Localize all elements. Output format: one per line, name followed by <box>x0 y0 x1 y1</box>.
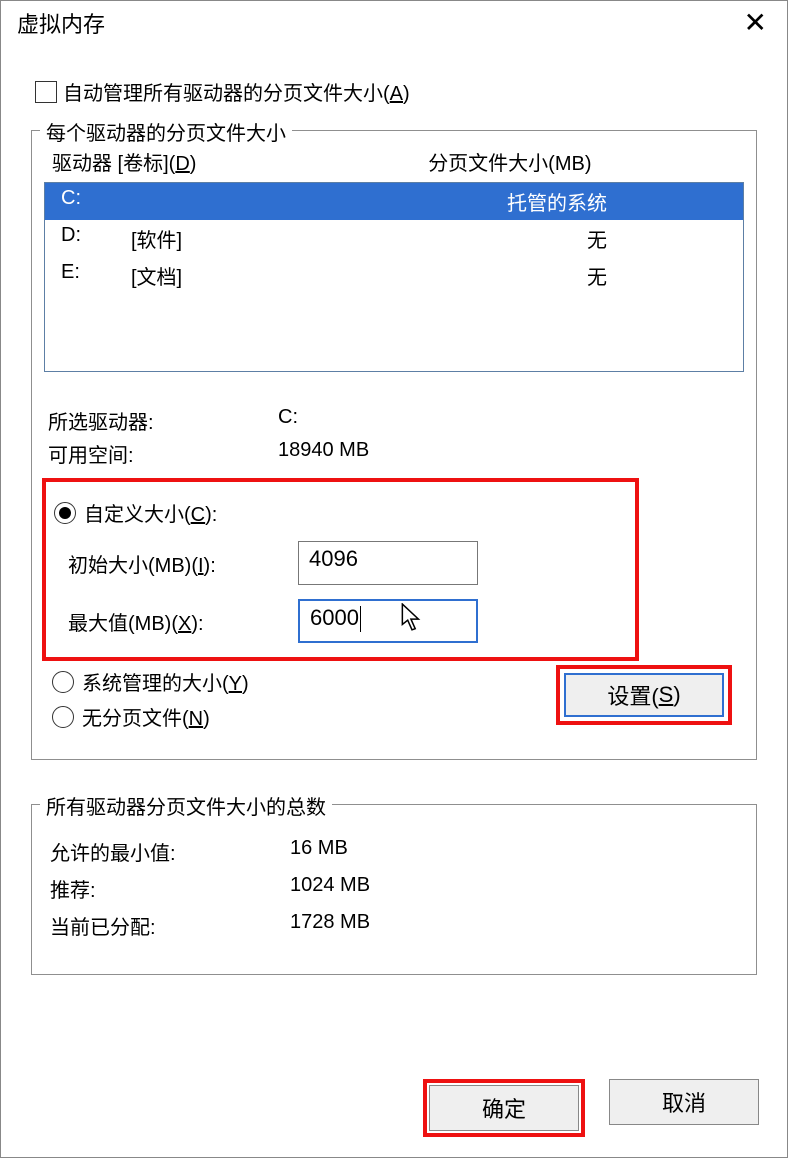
highlight-ok-button: 确定 <box>423 1079 585 1137</box>
radio-icon <box>52 671 74 693</box>
auto-manage-checkbox[interactable]: 自动管理所有驱动器的分页文件大小(A) <box>35 77 757 106</box>
max-size-label: 最大值(MB)(X): <box>68 607 298 636</box>
selected-drive-value: C: <box>278 406 298 435</box>
dialog-footer: 确定 取消 <box>1 1063 787 1157</box>
list-item[interactable]: C: 托管的系统 <box>45 183 743 220</box>
initial-size-label: 初始大小(MB)(I): <box>68 549 298 578</box>
drive-list-header: 驱动器 [卷标](D) 分页文件大小(MB) <box>44 145 744 182</box>
min-allowed-value: 16 MB <box>290 837 348 866</box>
radio-custom-size[interactable]: 自定义大小(C): <box>54 498 627 527</box>
list-item[interactable]: E: [文档] 无 <box>45 257 743 294</box>
close-icon[interactable]: ✕ <box>732 7 779 39</box>
available-space-value: 18940 MB <box>278 439 369 468</box>
set-button[interactable]: 设置(S) <box>564 673 724 717</box>
radio-custom-label: 自定义大小(C): <box>84 498 217 527</box>
selected-drive-info: 所选驱动器: C: 可用空间: 18940 MB <box>48 406 740 468</box>
radio-system-label: 系统管理的大小(Y) <box>82 667 249 696</box>
mouse-cursor-icon <box>399 603 425 633</box>
set-button-wrap: 设置(S) <box>556 665 732 725</box>
recommended-label: 推荐: <box>50 874 290 903</box>
header-drive: 驱动器 [卷标](D) <box>52 147 428 176</box>
auto-manage-label: 自动管理所有驱动器的分页文件大小(A) <box>63 77 410 106</box>
per-drive-legend: 每个驱动器的分页文件大小 <box>40 117 292 146</box>
radio-icon <box>52 706 74 728</box>
totals-legend: 所有驱动器分页文件大小的总数 <box>40 791 332 820</box>
dialog-body: 自动管理所有驱动器的分页文件大小(A) 每个驱动器的分页文件大小 驱动器 [卷标… <box>1 47 787 1063</box>
header-size: 分页文件大小(MB) <box>428 147 736 176</box>
checkbox-icon <box>35 81 57 103</box>
radio-icon <box>54 502 76 524</box>
title-bar: 虚拟内存 ✕ <box>1 1 787 47</box>
highlight-set-button: 设置(S) <box>556 665 732 725</box>
selected-drive-label: 所选驱动器: <box>48 406 278 435</box>
ok-button[interactable]: 确定 <box>429 1085 579 1131</box>
radio-none-label: 无分页文件(N) <box>82 702 210 731</box>
per-drive-group: 每个驱动器的分页文件大小 驱动器 [卷标](D) 分页文件大小(MB) C: 托… <box>31 130 757 760</box>
currently-allocated-label: 当前已分配: <box>50 911 290 940</box>
cancel-button[interactable]: 取消 <box>609 1079 759 1125</box>
recommended-value: 1024 MB <box>290 874 370 903</box>
available-space-label: 可用空间: <box>48 439 278 468</box>
min-allowed-label: 允许的最小值: <box>50 837 290 866</box>
currently-allocated-value: 1728 MB <box>290 911 370 940</box>
drive-list[interactable]: C: 托管的系统 D: [软件] 无 E: [文档] 无 <box>44 182 744 372</box>
virtual-memory-dialog: 虚拟内存 ✕ 自动管理所有驱动器的分页文件大小(A) 每个驱动器的分页文件大小 … <box>0 0 788 1158</box>
max-size-input[interactable]: 6000 <box>298 599 478 643</box>
dialog-title: 虚拟内存 <box>17 7 105 39</box>
highlight-custom-size: 自定义大小(C): 初始大小(MB)(I): 4096 最大值(MB)(X): <box>42 478 639 661</box>
list-item[interactable]: D: [软件] 无 <box>45 220 743 257</box>
initial-size-input[interactable]: 4096 <box>298 541 478 585</box>
totals-group: 所有驱动器分页文件大小的总数 允许的最小值: 16 MB 推荐: 1024 MB… <box>31 804 757 975</box>
